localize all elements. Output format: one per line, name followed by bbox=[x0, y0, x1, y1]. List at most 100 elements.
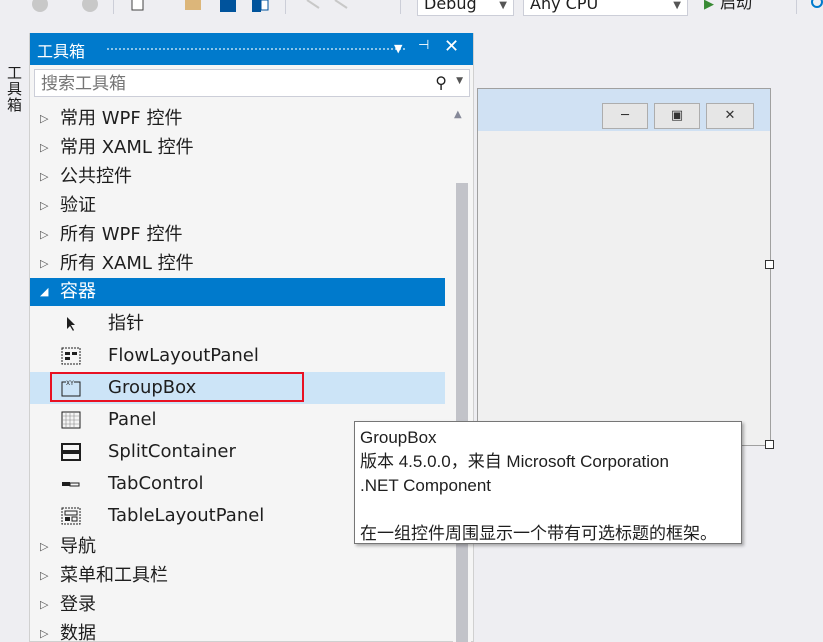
platform-combo-value: Any CPU bbox=[530, 0, 599, 13]
splitcontainer-icon bbox=[61, 443, 81, 461]
form-title-bar[interactable]: ─ ▣ ✕ bbox=[478, 89, 770, 131]
tool-label: GroupBox bbox=[108, 377, 197, 398]
category-label: 常用 XAML 控件 bbox=[60, 137, 194, 158]
scrollbar-thumb[interactable] bbox=[456, 183, 468, 642]
start-label: 启动 bbox=[720, 0, 753, 12]
forward-icon[interactable] bbox=[80, 0, 100, 14]
pin-icon[interactable]: ⊣ bbox=[418, 38, 429, 53]
scroll-up-icon[interactable]: ▲ bbox=[454, 109, 462, 120]
category-label: 登录 bbox=[60, 594, 96, 615]
svg-text:XY: XY bbox=[66, 380, 74, 387]
toolbar-separator bbox=[400, 0, 401, 14]
side-dock-strip: 工具箱 bbox=[0, 31, 29, 642]
category-data[interactable]: ▷ 数据 bbox=[30, 619, 445, 642]
start-button[interactable]: ▶ 启动 bbox=[704, 0, 752, 16]
resize-handle[interactable] bbox=[765, 260, 774, 269]
tool-label: Panel bbox=[108, 409, 157, 430]
expand-icon: ▷ bbox=[40, 112, 49, 125]
toolbox-search[interactable]: ⚲ ▼ bbox=[34, 69, 470, 97]
tooltip-kind: .NET Component bbox=[360, 476, 492, 495]
category-label: 常用 WPF 控件 bbox=[60, 108, 183, 129]
category-all-xaml[interactable]: ▷ 所有 XAML 控件 bbox=[30, 249, 445, 278]
search-input[interactable] bbox=[39, 73, 423, 95]
toolbox-title: 工具箱 bbox=[37, 42, 86, 61]
category-common-wpf[interactable]: ▷ 常用 WPF 控件 bbox=[30, 104, 445, 133]
category-menus-toolbars[interactable]: ▷ 菜单和工具栏 bbox=[30, 561, 445, 590]
window-position-icon[interactable]: ▼ bbox=[394, 42, 402, 55]
save-icon[interactable] bbox=[218, 0, 238, 14]
groupbox-icon: XY bbox=[61, 379, 81, 397]
minimize-icon[interactable]: ─ bbox=[602, 103, 648, 129]
close-icon[interactable]: ✕ bbox=[444, 36, 459, 57]
tooltip-spacer bbox=[360, 498, 736, 522]
title-grip bbox=[106, 47, 406, 52]
category-login[interactable]: ▷ 登录 bbox=[30, 590, 445, 619]
tooltip-description: 在一组控件周围显示一个带有可选标题的框架。 bbox=[360, 524, 717, 543]
expand-icon: ▷ bbox=[40, 199, 49, 212]
category-validation[interactable]: ▷ 验证 bbox=[30, 191, 445, 220]
expand-icon: ▷ bbox=[40, 170, 49, 183]
play-icon: ▶ bbox=[704, 0, 714, 12]
chevron-down-icon: ▼ bbox=[673, 0, 681, 11]
category-containers[interactable]: ◢ 容器 bbox=[30, 278, 445, 306]
main-toolbar: Debug ▼ Any CPU ▼ ▶ 启动 bbox=[0, 0, 823, 31]
tabcontrol-icon bbox=[62, 482, 80, 487]
new-item-icon[interactable] bbox=[128, 0, 148, 14]
undo-redo-icon[interactable] bbox=[305, 0, 365, 14]
back-icon[interactable] bbox=[30, 0, 50, 14]
toolbox-title-bar[interactable]: 工具箱 ▼ ⊣ ✕ bbox=[30, 33, 473, 65]
tool-tooltip: GroupBox 版本 4.5.0.0，来自 Microsoft Corpora… bbox=[354, 421, 742, 544]
tool-label: 指针 bbox=[108, 313, 144, 334]
expand-icon: ▷ bbox=[40, 228, 49, 241]
expand-icon: ▷ bbox=[40, 257, 49, 270]
toolbar-separator bbox=[113, 0, 114, 14]
toolbox-panel: 工具箱 ▼ ⊣ ✕ ⚲ ▼ ▷ 常用 WPF 控件 ▷ 常用 XAML 控件 ▷… bbox=[29, 33, 474, 642]
category-label: 公共控件 bbox=[60, 166, 132, 187]
tooltip-version: 版本 4.5.0.0，来自 Microsoft Corporation bbox=[360, 452, 669, 471]
chevron-down-icon: ▼ bbox=[499, 0, 507, 11]
save-all-icon[interactable] bbox=[250, 0, 270, 14]
config-combo-value: Debug bbox=[424, 0, 477, 13]
category-label: 所有 XAML 控件 bbox=[60, 253, 194, 274]
toolbar-separator bbox=[796, 0, 797, 14]
collapse-icon: ◢ bbox=[40, 285, 49, 298]
maximize-icon[interactable]: ▣ bbox=[654, 103, 700, 129]
platform-combo[interactable]: Any CPU ▼ bbox=[523, 0, 688, 16]
category-label: 验证 bbox=[60, 195, 96, 216]
tooltip-title: GroupBox bbox=[360, 428, 437, 447]
tool-groupbox[interactable]: XY GroupBox bbox=[30, 372, 445, 404]
pointer-icon bbox=[67, 317, 75, 331]
expand-icon: ▷ bbox=[40, 627, 49, 640]
toolbox-side-tab[interactable]: 工具箱 bbox=[5, 65, 25, 113]
expand-icon: ▷ bbox=[40, 598, 49, 611]
category-all-wpf[interactable]: ▷ 所有 WPF 控件 bbox=[30, 220, 445, 249]
category-common-xaml[interactable]: ▷ 常用 XAML 控件 bbox=[30, 133, 445, 162]
toolbox-list: ▷ 常用 WPF 控件 ▷ 常用 XAML 控件 ▷ 公共控件 ▷ 验证 ▷ 所… bbox=[30, 102, 453, 642]
search-icon[interactable]: ⚲ bbox=[435, 73, 447, 92]
tool-pointer[interactable]: 指针 bbox=[30, 308, 445, 340]
toolbar-separator bbox=[285, 0, 286, 14]
expand-icon: ▷ bbox=[40, 569, 49, 582]
form-preview[interactable]: ─ ▣ ✕ bbox=[477, 88, 771, 446]
tool-label: FlowLayoutPanel bbox=[108, 345, 259, 366]
panel-icon bbox=[61, 411, 81, 429]
category-label: 数据 bbox=[60, 623, 96, 642]
config-combo[interactable]: Debug ▼ bbox=[417, 0, 514, 16]
category-label: 导航 bbox=[60, 536, 96, 557]
search-icon[interactable] bbox=[808, 0, 823, 14]
tool-flowlayoutpanel[interactable]: FlowLayoutPanel bbox=[30, 340, 445, 372]
tool-label: SplitContainer bbox=[108, 441, 236, 462]
flowlayoutpanel-icon bbox=[61, 347, 81, 365]
tablelayoutpanel-icon bbox=[61, 507, 81, 525]
category-label: 所有 WPF 控件 bbox=[60, 224, 183, 245]
tool-label: TableLayoutPanel bbox=[108, 505, 265, 526]
category-label: 菜单和工具栏 bbox=[60, 565, 168, 586]
open-folder-icon[interactable] bbox=[183, 0, 203, 14]
close-icon[interactable]: ✕ bbox=[706, 103, 754, 129]
category-common-controls[interactable]: ▷ 公共控件 bbox=[30, 162, 445, 191]
chevron-down-icon[interactable]: ▼ bbox=[456, 76, 463, 86]
tool-label: TabControl bbox=[108, 473, 204, 494]
expand-icon: ▷ bbox=[40, 540, 49, 553]
category-label: 容器 bbox=[60, 281, 96, 302]
resize-handle[interactable] bbox=[765, 440, 774, 449]
